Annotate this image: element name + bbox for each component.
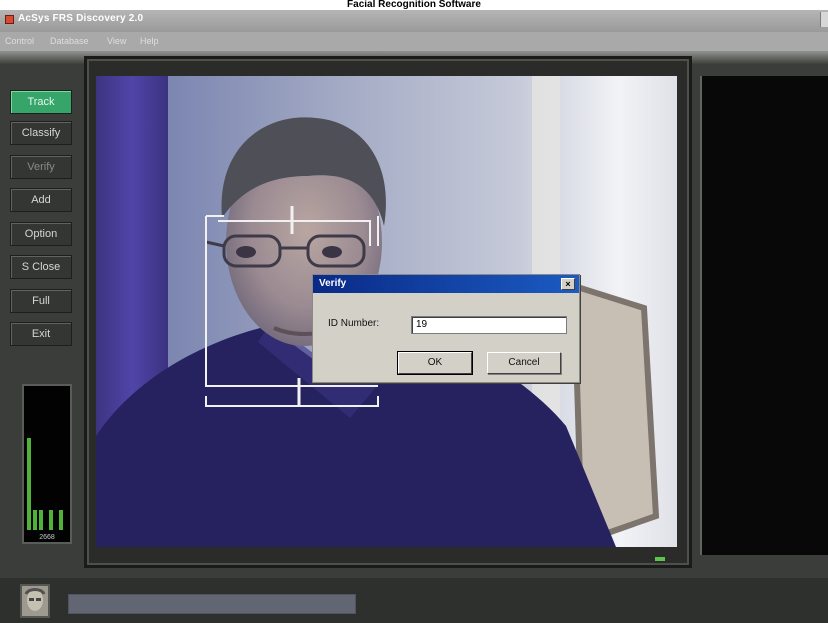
window-control[interactable] — [820, 12, 828, 27]
dialog-title-bar: Verify × — [313, 275, 579, 293]
s-close-button[interactable]: S Close — [10, 255, 72, 279]
meter-bar — [33, 510, 37, 530]
meter-count: 2668 — [39, 534, 55, 541]
menu-database[interactable]: Database — [50, 36, 89, 46]
meter-bar — [27, 438, 31, 530]
face-thumbnail — [20, 584, 50, 618]
thumbnail-face — [22, 586, 48, 616]
meter-bar — [59, 510, 63, 530]
app-icon — [5, 15, 14, 24]
menu-view[interactable]: View — [107, 36, 126, 46]
close-icon[interactable]: × — [561, 278, 575, 290]
menu-control[interactable]: Control — [5, 36, 34, 46]
signal-meter: 2668 — [22, 384, 72, 544]
menu-help[interactable]: Help — [140, 36, 159, 46]
dialog-title: Verify — [319, 278, 347, 289]
classify-button[interactable]: Classify — [10, 121, 72, 145]
verify-dialog: Verify × ID Number: 19 OK Cancel — [312, 274, 580, 383]
figure-caption: Facial Recognition Software — [347, 0, 481, 10]
results-panel — [700, 76, 828, 555]
ok-button[interactable]: OK — [397, 351, 473, 375]
full-button[interactable]: Full — [10, 289, 72, 313]
title-bar: AcSys FRS Discovery 2.0 — [0, 10, 828, 32]
status-field — [68, 594, 356, 614]
id-number-input[interactable]: 19 — [411, 316, 567, 334]
exit-button[interactable]: Exit — [10, 322, 72, 346]
status-led — [655, 557, 665, 561]
page: Facial Recognition Software AcSys FRS Di… — [0, 0, 828, 623]
cancel-button[interactable]: Cancel — [487, 352, 561, 374]
add-button[interactable]: Add — [10, 188, 72, 212]
verify-button[interactable]: Verify — [10, 155, 72, 179]
track-button[interactable]: Track — [10, 90, 72, 114]
window-title: AcSys FRS Discovery 2.0 — [18, 13, 144, 24]
bottom-bar — [0, 578, 828, 623]
option-button[interactable]: Option — [10, 222, 72, 246]
id-number-label: ID Number: — [328, 318, 380, 329]
menu-bar: Control Database View Help — [0, 32, 828, 52]
meter-bar — [39, 510, 43, 530]
meter-bar — [49, 510, 53, 530]
